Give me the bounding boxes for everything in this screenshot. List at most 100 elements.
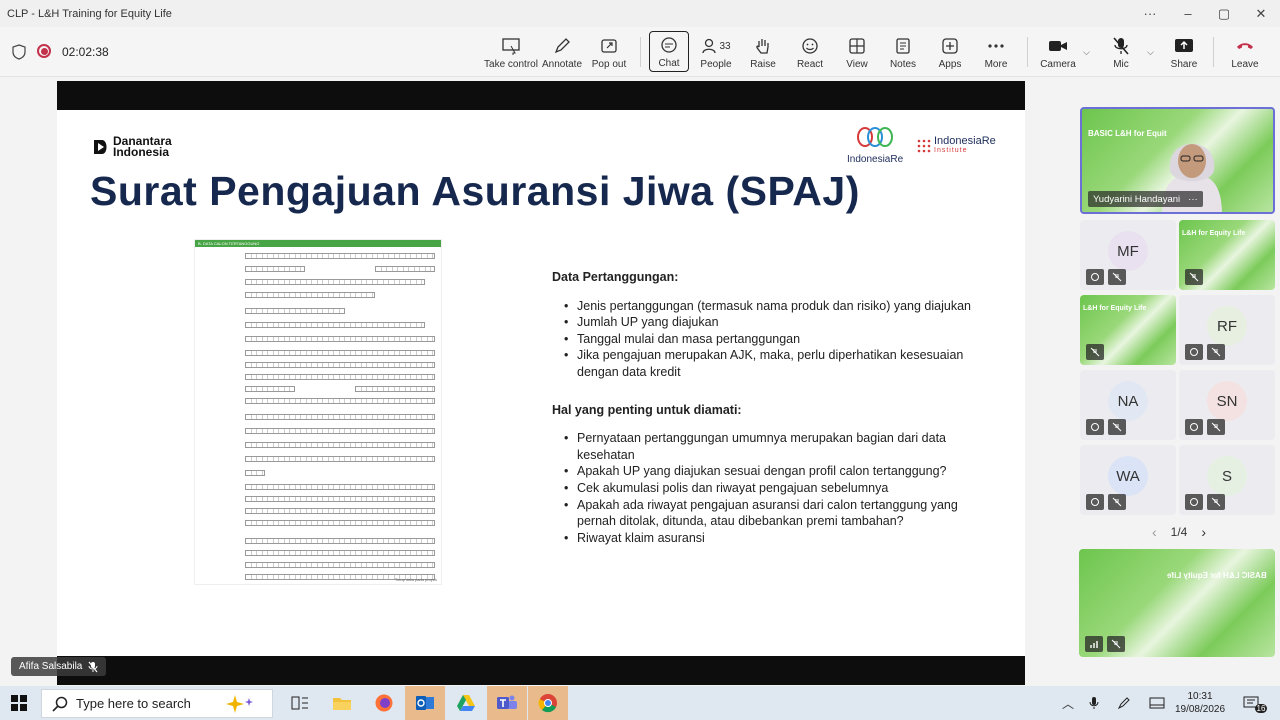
show-hidden-icons-chevron-icon[interactable]: ︿ xyxy=(1058,686,1078,720)
list-item: Cek akumulasi polis dan riwayat pengajua… xyxy=(564,480,982,497)
page-indicator: 1/4 xyxy=(1170,525,1188,539)
form-row xyxy=(199,360,435,370)
form-row xyxy=(199,426,435,436)
outlook-icon[interactable] xyxy=(405,686,445,720)
self-view-slide-text: BASIC L&H for Equity Life xyxy=(1167,571,1267,580)
self-view-tile[interactable]: BASIC L&H for Equity Life xyxy=(1079,549,1275,657)
mic-off-icon xyxy=(88,661,98,672)
chrome-icon[interactable] xyxy=(528,686,568,720)
participant-tile-shared-2[interactable]: L&H for Equity Life xyxy=(1080,295,1176,365)
form-row xyxy=(199,440,435,450)
file-explorer-icon[interactable] xyxy=(322,686,362,720)
participant-tile-mf[interactable]: MF xyxy=(1080,220,1176,290)
participant-tile-wa[interactable]: WA xyxy=(1080,445,1176,515)
participant-tile-s[interactable]: S xyxy=(1179,445,1275,515)
institute-logo-line1: IndonesiaRe xyxy=(934,135,996,147)
participant-gallery: BASIC L&H for Equit Yudyarini Handayani ·… xyxy=(1077,78,1280,684)
presenter-name: Afifa Salsabila xyxy=(19,661,83,672)
annotate-button[interactable]: Annotate xyxy=(542,31,582,72)
form-row xyxy=(199,518,435,528)
take-control-label: Take control xyxy=(484,59,538,70)
maximize-button[interactable]: ▢ xyxy=(1206,0,1242,27)
apps-button[interactable]: Apps xyxy=(931,31,969,72)
hand-icon xyxy=(756,39,769,54)
avatar: RF xyxy=(1207,306,1247,346)
pin-icon xyxy=(1086,494,1104,510)
mic-off-icon xyxy=(1207,494,1225,510)
chat-icon xyxy=(661,37,677,53)
notification-count-badge: 16 xyxy=(1254,703,1268,713)
pop-out-button[interactable]: Pop out xyxy=(590,31,628,72)
institute-logo-line2: Institute xyxy=(934,147,968,154)
participant-tile-na[interactable]: NA xyxy=(1080,370,1176,440)
people-count: 33 xyxy=(719,40,731,52)
mic-off-icon xyxy=(1207,419,1225,435)
avatar: NA xyxy=(1108,381,1148,421)
display-tray-icon[interactable] xyxy=(1146,686,1168,720)
share-button[interactable]: Share xyxy=(1165,31,1203,72)
participant-tile-rf[interactable]: RF xyxy=(1179,295,1275,365)
presentation-slide: Danantara Indonesia IndonesiaRe Indonesia… xyxy=(57,110,1025,656)
toolbar-divider xyxy=(1027,37,1028,67)
speaker-video-tile[interactable]: BASIC L&H for Equit Yudyarini Handayani ·… xyxy=(1080,107,1275,214)
people-button[interactable]: 33 People xyxy=(697,31,735,72)
mic-off-icon xyxy=(1207,344,1225,360)
shared-screen: Danantara Indonesia IndonesiaRe Indonesia… xyxy=(57,81,1025,685)
more-button[interactable]: More xyxy=(977,31,1015,72)
camera-button[interactable]: Camera xyxy=(1038,31,1078,72)
pen-tray-icon[interactable] xyxy=(1114,686,1134,720)
previous-page-chevron-icon[interactable]: ‹ xyxy=(1152,524,1157,540)
indonesiare-institute-logo: IndonesiaRe Institute xyxy=(917,136,996,156)
taskbar-search-box[interactable]: Type here to search xyxy=(41,689,273,718)
mic-off-icon xyxy=(1107,636,1125,652)
view-button[interactable]: View xyxy=(838,31,876,72)
annotate-label: Annotate xyxy=(541,59,583,70)
mic-off-icon xyxy=(1108,494,1126,510)
speaker-name: Yudyarini Handayani xyxy=(1093,193,1181,205)
notifications-icon[interactable]: 16 xyxy=(1240,686,1270,720)
camera-label: Camera xyxy=(1040,59,1076,70)
taskbar-clock[interactable]: 10:31 19/08/2026 xyxy=(1170,690,1230,716)
mic-button[interactable]: Mic xyxy=(1102,31,1140,72)
sparkle-icon xyxy=(225,694,253,713)
leave-button[interactable]: Leave xyxy=(1224,31,1266,72)
notes-button[interactable]: Notes xyxy=(884,31,922,72)
tile-slide-text: L&H for Equity Life xyxy=(1182,230,1246,237)
shared-screen-stage: Danantara Indonesia IndonesiaRe Indonesia… xyxy=(0,78,1075,685)
chat-button[interactable]: Chat xyxy=(649,31,689,72)
microphone-tray-icon[interactable] xyxy=(1084,686,1104,720)
minimize-button[interactable]: – xyxy=(1170,0,1206,27)
shield-icon xyxy=(12,44,26,60)
take-control-button[interactable]: Take control xyxy=(484,31,538,72)
teams-icon[interactable] xyxy=(487,686,527,720)
more-options-icon[interactable]: ··· xyxy=(1132,0,1168,27)
close-button[interactable]: ✕ xyxy=(1243,0,1279,27)
notes-label: Notes xyxy=(889,59,917,70)
chat-label: Chat xyxy=(658,58,680,69)
participant-tile-shared[interactable]: L&H for Equity Life xyxy=(1179,220,1275,290)
presenter-name-badge: Afifa Salsabila xyxy=(11,657,107,676)
form-row xyxy=(199,506,435,516)
people-label: People xyxy=(700,59,732,70)
slide-title: Surat Pengajuan Asuransi Jiwa (SPAJ) xyxy=(90,168,860,214)
danantara-logo-line2: Indonesia xyxy=(113,145,170,159)
windows-start-icon[interactable] xyxy=(11,695,27,711)
firefox-icon[interactable] xyxy=(364,686,404,720)
google-drive-icon[interactable] xyxy=(446,686,486,720)
form-row xyxy=(199,306,345,316)
form-row xyxy=(199,290,375,300)
next-page-chevron-icon[interactable]: › xyxy=(1201,524,1206,540)
mic-options-chevron-icon[interactable]: ⌵ xyxy=(1147,47,1154,58)
form-row xyxy=(199,264,435,274)
raise-hand-button[interactable]: Raise xyxy=(744,31,782,72)
pin-icon xyxy=(1185,419,1203,435)
participant-tile-sn[interactable]: SN xyxy=(1179,370,1275,440)
camera-options-chevron-icon[interactable]: ⌵ xyxy=(1083,47,1090,58)
list-item: Apakah UP yang diajukan sesuai dengan pr… xyxy=(564,463,982,480)
form-row xyxy=(199,536,435,546)
more-options-icon[interactable]: ··· xyxy=(1188,194,1198,205)
react-button[interactable]: React xyxy=(791,31,829,72)
grid-icon xyxy=(849,38,865,54)
form-row xyxy=(199,548,435,558)
task-view-icon[interactable] xyxy=(280,686,320,720)
